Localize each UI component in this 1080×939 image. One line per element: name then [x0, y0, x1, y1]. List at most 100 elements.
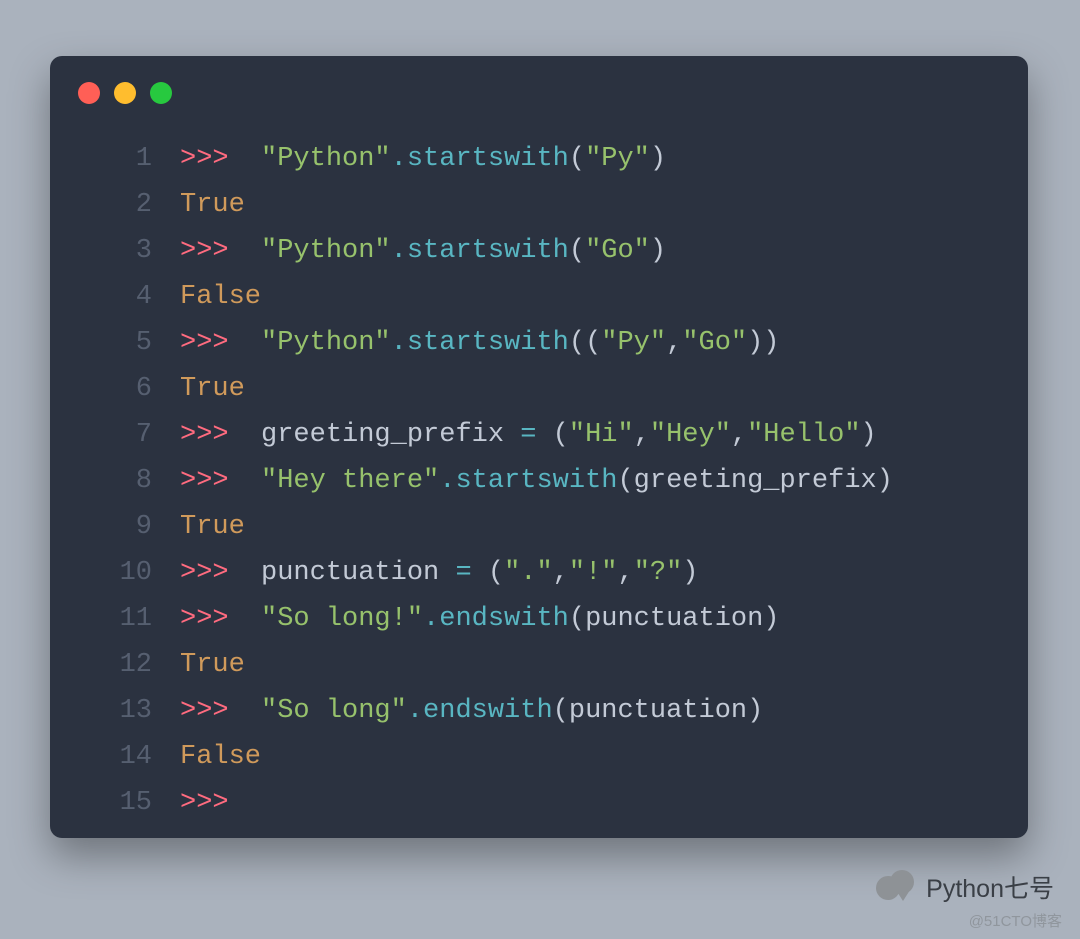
code-line: 12True	[50, 642, 1028, 688]
token: (	[536, 420, 568, 450]
token: "Hey"	[650, 420, 731, 450]
token: greeting_prefix	[261, 420, 520, 450]
token: "Hi"	[569, 420, 634, 450]
line-number: 10	[50, 550, 180, 596]
line-number: 15	[50, 780, 180, 826]
token: ,	[617, 558, 633, 588]
code-line: 14False	[50, 734, 1028, 780]
token: "?"	[634, 558, 683, 588]
line-number: 1	[50, 136, 180, 182]
wechat-icon	[876, 870, 918, 904]
code-window: 1>>> "Python".startswith("Py")2True3>>> …	[50, 56, 1028, 838]
code-line: 5>>> "Python".startswith(("Py","Go"))	[50, 320, 1028, 366]
line-content: True	[180, 504, 1028, 550]
token: )	[650, 144, 666, 174]
token: >>>	[180, 788, 229, 818]
token: (	[472, 558, 504, 588]
line-content: False	[180, 734, 1028, 780]
line-content: True	[180, 642, 1028, 688]
token: ,	[634, 420, 650, 450]
token: "Go"	[585, 236, 650, 266]
token: >>>	[180, 420, 261, 450]
token: .endswith	[423, 604, 569, 634]
code-line: 6True	[50, 366, 1028, 412]
code-line: 11>>> "So long!".endswith(punctuation)	[50, 596, 1028, 642]
token: (greeting_prefix)	[617, 466, 892, 496]
token: punctuation	[261, 558, 455, 588]
token: (	[569, 144, 585, 174]
code-line: 3>>> "Python".startswith("Go")	[50, 228, 1028, 274]
token: .startswith	[391, 144, 569, 174]
token: >>>	[180, 558, 261, 588]
line-number: 3	[50, 228, 180, 274]
token: ,	[731, 420, 747, 450]
token: =	[455, 558, 471, 588]
line-content: >>> "Hey there".startswith(greeting_pref…	[180, 458, 1028, 504]
token: (punctuation)	[569, 604, 780, 634]
window-titlebar	[50, 82, 1028, 126]
line-number: 9	[50, 504, 180, 550]
token: ))	[747, 328, 779, 358]
maximize-icon[interactable]	[150, 82, 172, 104]
code-line: 9True	[50, 504, 1028, 550]
token: "Py"	[601, 328, 666, 358]
code-block: 1>>> "Python".startswith("Py")2True3>>> …	[50, 126, 1028, 826]
token: (	[569, 236, 585, 266]
token: "Hey there"	[261, 466, 439, 496]
token: (punctuation)	[553, 696, 764, 726]
code-line: 1>>> "Python".startswith("Py")	[50, 136, 1028, 182]
line-number: 6	[50, 366, 180, 412]
token: >>>	[180, 466, 261, 496]
code-line: 4False	[50, 274, 1028, 320]
token: "Py"	[585, 144, 650, 174]
watermark-label: @51CTO博客	[969, 910, 1062, 931]
token: True	[180, 374, 245, 404]
token: >>>	[180, 696, 261, 726]
token: "So long!"	[261, 604, 423, 634]
token: .startswith	[391, 328, 569, 358]
line-number: 2	[50, 182, 180, 228]
token: )	[682, 558, 698, 588]
line-content: >>> "So long".endswith(punctuation)	[180, 688, 1028, 734]
token: >>>	[180, 604, 261, 634]
line-content: >>> punctuation = (".","!","?")	[180, 550, 1028, 596]
brand-badge: Python七号	[876, 869, 1054, 905]
token: "Hello"	[747, 420, 860, 450]
brand-label: Python七号	[926, 869, 1054, 905]
token: "."	[504, 558, 553, 588]
token: ,	[666, 328, 682, 358]
token: False	[180, 282, 261, 312]
line-number: 7	[50, 412, 180, 458]
token: "!"	[569, 558, 618, 588]
token: .startswith	[439, 466, 617, 496]
line-content: True	[180, 182, 1028, 228]
token: "Python"	[261, 236, 391, 266]
line-content: >>>	[180, 780, 1028, 826]
token: "Python"	[261, 144, 391, 174]
token: >>>	[180, 236, 261, 266]
close-icon[interactable]	[78, 82, 100, 104]
token: =	[520, 420, 536, 450]
line-content: True	[180, 366, 1028, 412]
token: )	[861, 420, 877, 450]
line-number: 4	[50, 274, 180, 320]
token: )	[650, 236, 666, 266]
line-content: >>> "So long!".endswith(punctuation)	[180, 596, 1028, 642]
token: True	[180, 650, 245, 680]
line-content: >>> "Python".startswith("Go")	[180, 228, 1028, 274]
token: "So long"	[261, 696, 407, 726]
token: .endswith	[407, 696, 553, 726]
token: >>>	[180, 144, 261, 174]
code-line: 13>>> "So long".endswith(punctuation)	[50, 688, 1028, 734]
token: False	[180, 742, 261, 772]
token: True	[180, 190, 245, 220]
token: ((	[569, 328, 601, 358]
line-number: 5	[50, 320, 180, 366]
code-line: 10>>> punctuation = (".","!","?")	[50, 550, 1028, 596]
code-line: 8>>> "Hey there".startswith(greeting_pre…	[50, 458, 1028, 504]
minimize-icon[interactable]	[114, 82, 136, 104]
code-line: 2True	[50, 182, 1028, 228]
code-line: 15>>>	[50, 780, 1028, 826]
line-content: >>> "Python".startswith("Py")	[180, 136, 1028, 182]
line-content: >>> "Python".startswith(("Py","Go"))	[180, 320, 1028, 366]
